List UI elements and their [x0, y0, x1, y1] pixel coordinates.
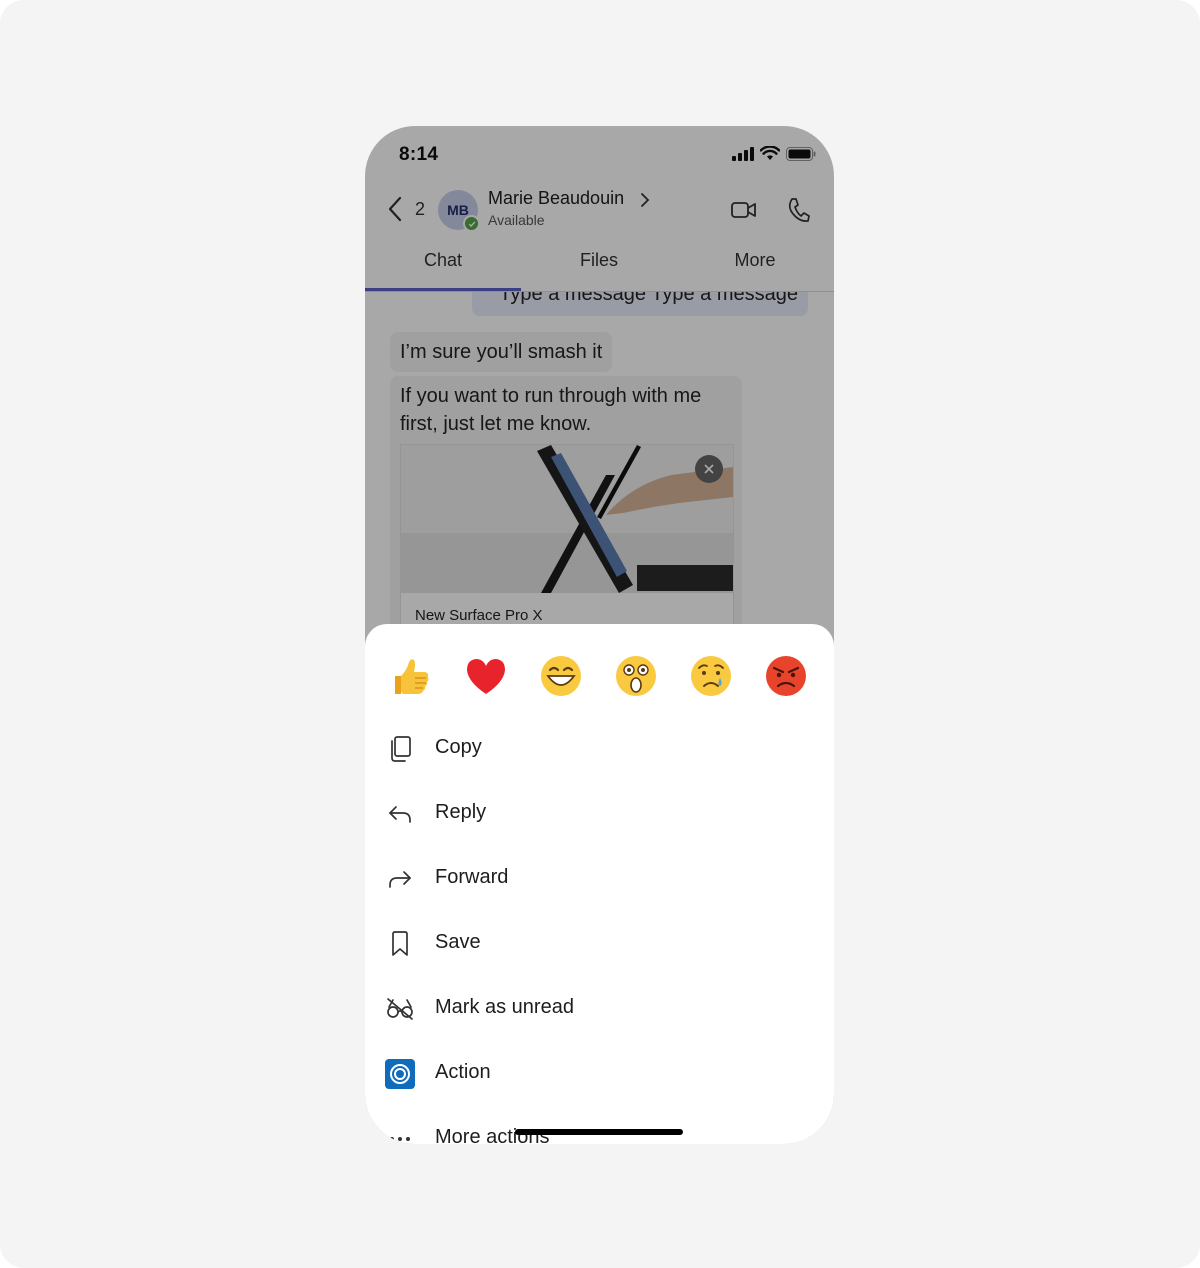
sad-face-icon[interactable] — [689, 654, 733, 698]
thumbs-up-icon[interactable] — [389, 654, 433, 698]
bookmark-icon — [385, 929, 415, 959]
action-app-icon — [385, 1059, 415, 1089]
menu-item-save[interactable]: Save — [365, 909, 834, 974]
more-icon — [385, 1124, 415, 1144]
forward-icon — [385, 864, 415, 894]
menu-label: Action — [435, 1061, 491, 1083]
phone-frame: 8:14 2 MB Marie Beaudouin Available Chat… — [365, 126, 834, 1144]
menu-label: Save — [435, 931, 481, 953]
message-actions-sheet: Copy Reply Forward Save Mark as unread A… — [365, 624, 834, 1144]
menu-item-more-actions[interactable]: More actions — [365, 1104, 834, 1144]
menu-label: Mark as unread — [435, 996, 574, 1018]
astonished-face-icon[interactable] — [614, 654, 658, 698]
heart-icon[interactable] — [464, 654, 508, 698]
menu-item-mark-unread[interactable]: Mark as unread — [365, 974, 834, 1039]
menu-item-action[interactable]: Action — [365, 1039, 834, 1104]
canvas: 8:14 2 MB Marie Beaudouin Available Chat… — [0, 0, 1200, 1268]
menu-item-forward[interactable]: Forward — [365, 844, 834, 909]
unread-icon — [385, 994, 415, 1024]
copy-icon — [385, 734, 415, 764]
menu-label: Forward — [435, 866, 509, 888]
reply-icon — [385, 799, 415, 829]
reaction-bar — [389, 654, 809, 698]
menu-label: Reply — [435, 801, 487, 823]
menu-item-copy[interactable]: Copy — [365, 714, 834, 779]
home-indicator[interactable] — [515, 1129, 683, 1135]
angry-face-icon[interactable] — [764, 654, 808, 698]
menu-item-reply[interactable]: Reply — [365, 779, 834, 844]
menu-label: Copy — [435, 736, 482, 758]
grinning-face-icon[interactable] — [539, 654, 583, 698]
